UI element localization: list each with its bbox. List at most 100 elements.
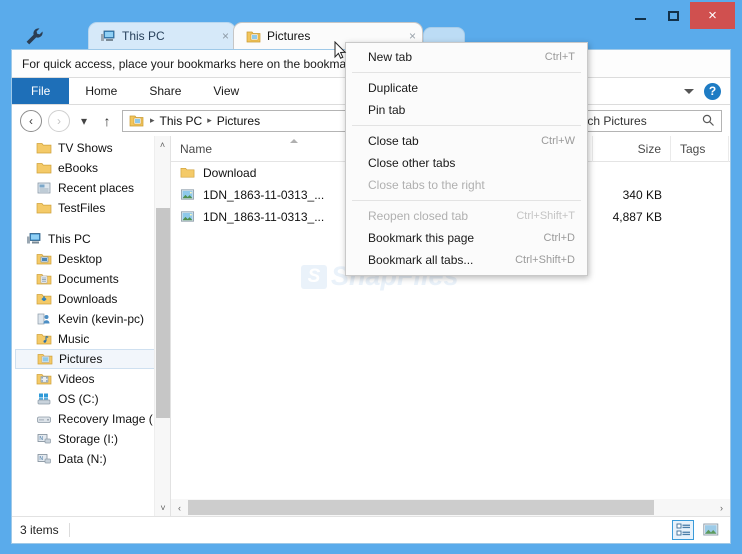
tab-close-icon[interactable]: × [399, 30, 416, 42]
tree-item-downloads[interactable]: Downloads [12, 289, 170, 309]
tree-item-recovery-image[interactable]: Recovery Image ( [12, 409, 170, 429]
watermark-badge: S [301, 264, 327, 289]
menu-item-accelerator: Ctrl+Shift+T [516, 210, 575, 222]
drive-icon [36, 411, 52, 427]
ribbon-right-controls: ? [684, 78, 730, 104]
tab-close-icon[interactable]: × [212, 29, 229, 43]
menu-separator [352, 125, 581, 126]
recent-locations-button[interactable]: ▾ [76, 110, 92, 132]
scrollbar-thumb[interactable] [156, 208, 170, 418]
tree-item-label: Pictures [59, 352, 103, 366]
menu-item-close-tabs-to-the-right: Close tabs to the right [346, 174, 587, 196]
thumbnail-view-icon[interactable] [700, 520, 722, 540]
back-button[interactable]: ‹ [20, 109, 42, 132]
menu-item-new-tab[interactable]: New tab Ctrl+T [346, 46, 587, 68]
folder-pictures-icon [129, 113, 145, 129]
tree-scrollbar[interactable]: ˄ ˅ [154, 136, 170, 516]
tree-item-label: Data (N:) [58, 452, 107, 466]
tree-item-ebooks[interactable]: eBooks [12, 158, 170, 178]
breadcrumb-item-pictures[interactable]: Pictures [217, 114, 260, 128]
menu-item-bookmark-this-page[interactable]: Bookmark this page Ctrl+D [346, 227, 587, 249]
tree-item-documents[interactable]: Documents [12, 269, 170, 289]
folder-icon [36, 160, 52, 176]
image-file-icon [180, 187, 196, 203]
navigation-pane: TV Shows eBooks Recent places TestFiles … [12, 136, 170, 516]
tree-item-desktop[interactable]: Desktop [12, 249, 170, 269]
menu-separator [352, 72, 581, 73]
tree-item-label: Music [58, 332, 90, 346]
breadcrumb-separator: ▸ [207, 115, 212, 125]
column-header-size[interactable]: Size [593, 136, 671, 162]
tree-item-music[interactable]: Music [12, 329, 170, 349]
ribbon-tab-view[interactable]: View [197, 78, 255, 104]
tree-item-label: Recent places [58, 181, 135, 195]
folder-icon [36, 200, 52, 216]
svg-text:N: N [39, 436, 43, 442]
tree-item-label: eBooks [58, 161, 99, 175]
chevron-down-icon[interactable] [684, 88, 694, 94]
tree-item-tv-shows[interactable]: TV Shows [12, 138, 170, 158]
thispc-icon [101, 29, 116, 44]
file-size-cell: 340 KB [622, 188, 662, 202]
tree-item-os-c[interactable]: OS (C:) [12, 389, 170, 409]
ribbon-tab-share[interactable]: Share [133, 78, 197, 104]
tree-item-label: TestFiles [58, 201, 106, 215]
forward-button[interactable]: › [48, 109, 70, 132]
details-view-icon[interactable] [672, 520, 694, 540]
hscroll-thumb[interactable] [188, 500, 654, 515]
status-bar: 3 items [12, 516, 730, 543]
up-button[interactable]: ↑ [98, 110, 116, 132]
tree-item-label: Videos [58, 372, 95, 386]
breadcrumb-item-this-pc[interactable]: This PC [160, 114, 203, 128]
recent-places-icon [36, 180, 52, 196]
file-size-cell: 4,887 KB [612, 210, 662, 224]
hscroll-track[interactable] [188, 500, 713, 515]
network-drive-icon: N [36, 431, 52, 447]
ribbon-tab-file[interactable]: File [12, 78, 70, 104]
menu-item-close-other-tabs[interactable]: Close other tabs [346, 152, 587, 174]
tree-item-storage-i[interactable]: N Storage (I:) [12, 429, 170, 449]
folder-icon [36, 140, 52, 156]
tree-item-this-pc[interactable]: This PC [12, 229, 170, 249]
menu-item-duplicate[interactable]: Duplicate [346, 77, 587, 99]
menu-item-accelerator: Ctrl+D [543, 232, 575, 244]
tree-item-testfiles[interactable]: TestFiles [12, 198, 170, 218]
file-list-hscrollbar[interactable]: ‹ › [171, 499, 730, 516]
menu-item-label: Close tabs to the right [368, 178, 485, 192]
menu-item-close-tab[interactable]: Close tab Ctrl+W [346, 130, 587, 152]
drive-os-icon [36, 391, 52, 407]
thispc-icon [26, 231, 42, 247]
tree-item-label: TV Shows [58, 141, 113, 155]
menu-item-pin-tab[interactable]: Pin tab [346, 99, 587, 121]
ribbon-tab-home[interactable]: Home [69, 78, 133, 104]
tree-list: TV Shows eBooks Recent places TestFiles … [12, 136, 170, 469]
help-icon[interactable]: ? [704, 82, 721, 100]
hscroll-right-arrow[interactable]: › [713, 503, 730, 513]
menu-item-label: Bookmark all tabs... [368, 253, 474, 267]
tree-item-kevin[interactable]: Kevin (kevin-pc) [12, 309, 170, 329]
column-header-tags[interactable]: Tags [671, 136, 729, 162]
menu-item-accelerator: Ctrl+Shift+D [515, 254, 575, 266]
menu-item-reopen-closed-tab: Reopen closed tab Ctrl+Shift+T [346, 205, 587, 227]
tree-item-label: This PC [48, 232, 91, 246]
menu-item-label: Close tab [368, 134, 419, 148]
menu-item-label: Duplicate [368, 81, 419, 95]
image-file-icon [180, 209, 196, 225]
item-count-label: 3 items [20, 523, 59, 537]
tree-item-data-n[interactable]: N Data (N:) [12, 449, 170, 469]
tree-item-label: OS (C:) [58, 392, 99, 406]
menu-item-bookmark-all-tabs[interactable]: Bookmark all tabs... Ctrl+Shift+D [346, 249, 587, 271]
scroll-up-arrow[interactable]: ˄ [155, 136, 170, 153]
tab-this-pc[interactable]: This PC × [88, 22, 236, 49]
menu-item-label: Close other tabs [368, 156, 456, 170]
browser-window: × This PC × Pictures × For quick access,… [0, 0, 742, 554]
tree-item-recent-places[interactable]: Recent places [12, 178, 170, 198]
scroll-down-arrow[interactable]: ˅ [155, 499, 170, 516]
file-name-label: Download [203, 166, 257, 180]
tree-item-videos[interactable]: Videos [12, 369, 170, 389]
tree-item-pictures[interactable]: Pictures [15, 349, 167, 369]
menu-item-label: Pin tab [368, 103, 406, 117]
mouse-cursor [334, 40, 347, 60]
hscroll-left-arrow[interactable]: ‹ [171, 503, 188, 513]
